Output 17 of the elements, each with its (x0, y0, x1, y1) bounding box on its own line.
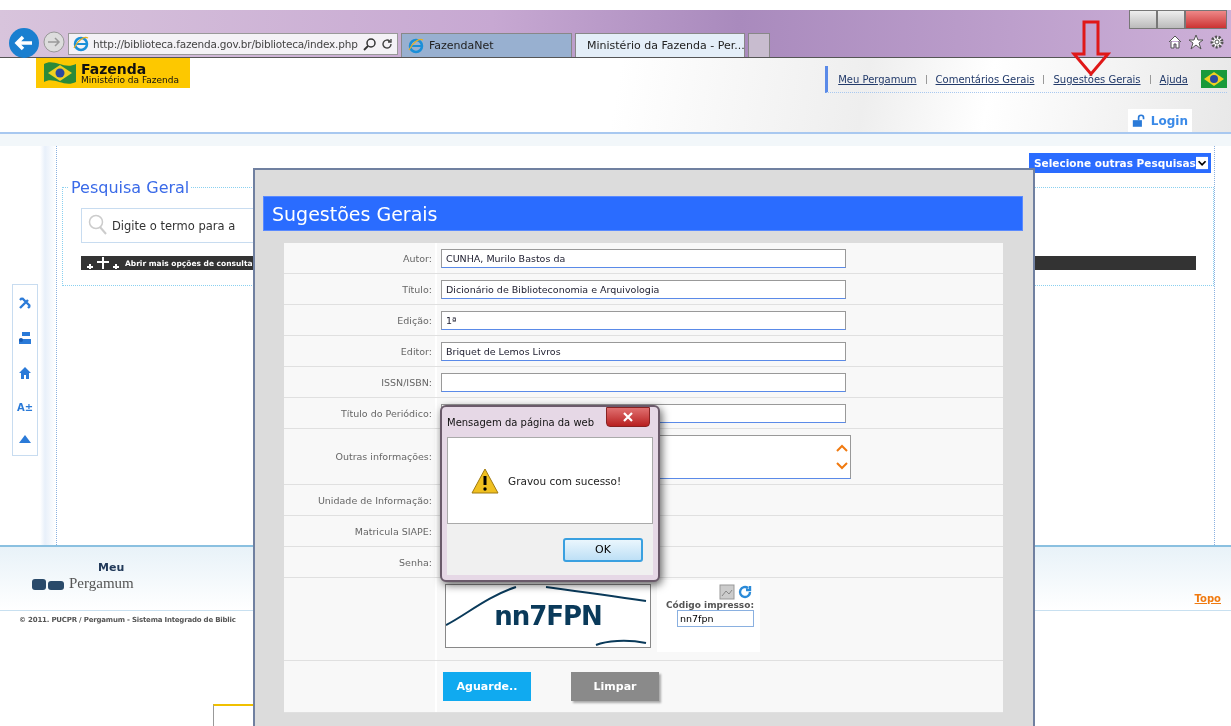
field-label: ISSN/ISBN: (381, 376, 432, 388)
field-label: Título: (402, 283, 432, 295)
field-label: Matricula SIAPE: (354, 525, 432, 537)
code-label: Código impresso: (665, 600, 754, 610)
dialog-title: Sugestões Gerais (263, 196, 1023, 231)
field-label: Editor: (400, 345, 432, 357)
alert-title: Mensagem da página da web (447, 416, 595, 428)
alert-message: Gravou com sucesso! (508, 474, 622, 487)
field-label: Edição: (397, 314, 432, 326)
pergamum-logo: Meu Pergamum (30, 563, 134, 592)
captcha-image: nn7FPN (445, 584, 651, 648)
panel-title: Pesquisa Geral (69, 178, 192, 197)
field-label: Unidade de Informação: (317, 494, 432, 506)
field-label: Autor: (403, 252, 432, 264)
field-label: Título do Periódico: (340, 407, 432, 419)
field-label: Senha: (399, 556, 432, 568)
field-label: Outras informações: (335, 451, 432, 462)
